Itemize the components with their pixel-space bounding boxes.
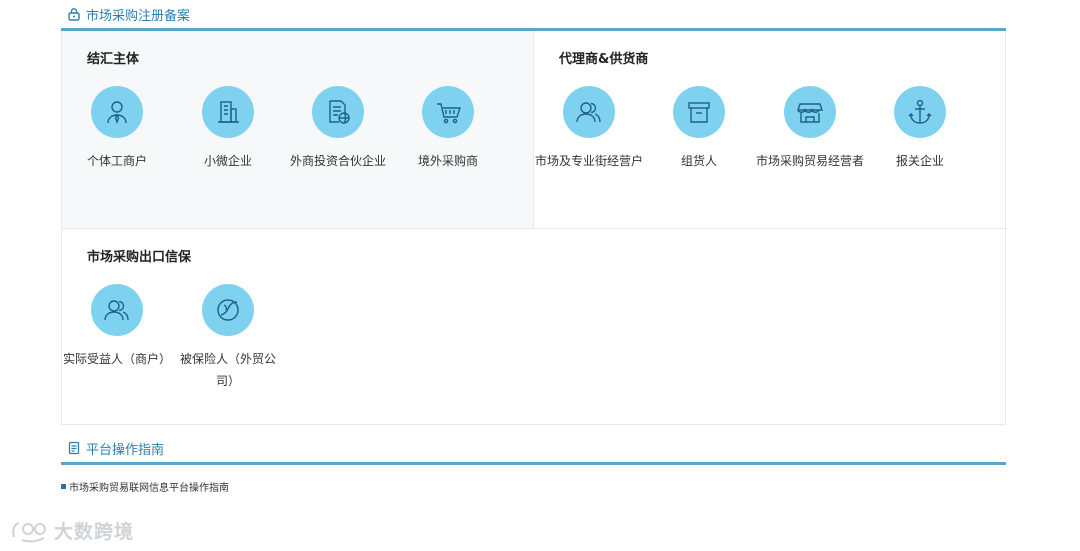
- person-tie-icon: [91, 86, 143, 138]
- item-label: 实际受益人（商户）: [62, 352, 171, 366]
- item-individual-business[interactable]: 个体工商户: [62, 86, 172, 172]
- watermark-logo-icon: [10, 519, 50, 543]
- item-customs-broker[interactable]: 报关企业: [865, 86, 975, 172]
- item-small-enterprise[interactable]: 小微企业: [173, 86, 283, 172]
- item-beneficiary[interactable]: 实际受益人（商户）: [62, 284, 172, 370]
- guide-section-title: 平台操作指南: [86, 442, 165, 458]
- building-icon: [202, 86, 254, 138]
- bullet-square-icon: [61, 484, 66, 489]
- item-overseas-buyer[interactable]: 境外采购商: [393, 86, 503, 172]
- register-panel: 结汇主体 个体工商户 小微企业 外商投资合伙企业 境外采购商 代理商&供货商 市…: [61, 31, 1006, 425]
- item-label: 市场采购贸易经营者: [755, 154, 864, 168]
- item-label: 市场及专业街经营户: [534, 154, 643, 168]
- users-icon: [563, 86, 615, 138]
- guide-link[interactable]: 市场采购贸易联网信息平台操作指南: [61, 479, 229, 494]
- group-title: 结汇主体: [87, 52, 140, 67]
- document-globe-icon: [312, 86, 364, 138]
- shopping-cart-icon: [422, 86, 474, 138]
- globe-leaf-icon: [202, 284, 254, 336]
- lock-icon: [67, 7, 81, 21]
- item-label: 个体工商户: [86, 154, 147, 168]
- guide-link-text: 市场采购贸易联网信息平台操作指南: [69, 483, 229, 494]
- item-foreign-partnership[interactable]: 外商投资合伙企业: [283, 86, 393, 172]
- group-agents-suppliers: 代理商&供货商 市场及专业街经营户 组货人 市场采购贸易经营者 报关企业: [534, 31, 1005, 228]
- register-section-header: 市场采购注册备案: [61, 0, 1006, 31]
- item-consolidator[interactable]: 组货人: [644, 86, 754, 172]
- group-export-insurance: 市场采购出口信保 实际受益人（商户） 被保险人（外贸公司）: [62, 229, 1005, 424]
- guide-section-header: 平台操作指南: [61, 434, 1006, 465]
- item-label: 组货人: [680, 154, 717, 168]
- storefront-icon: [784, 86, 836, 138]
- group-title: 代理商&供货商: [559, 52, 649, 67]
- document-icon: [67, 441, 81, 455]
- watermark-text: 大数跨境: [54, 521, 135, 543]
- item-label: 报关企业: [895, 154, 944, 168]
- item-insured[interactable]: 被保险人（外贸公司）: [173, 284, 283, 392]
- main-container: 市场采购注册备案 结汇主体 个体工商户 小微企业 外商投资合伙企业 境外采购商 …: [61, 0, 1006, 465]
- item-label: 外商投资合伙企业: [289, 154, 386, 168]
- item-label: 被保险人（外贸公司）: [179, 352, 276, 388]
- group-settlement: 结汇主体 个体工商户 小微企业 外商投资合伙企业 境外采购商: [62, 31, 534, 228]
- item-label: 小微企业: [203, 154, 252, 168]
- item-trade-operator[interactable]: 市场采购贸易经营者: [755, 86, 865, 172]
- watermark: 大数跨境: [10, 517, 134, 544]
- users-icon: [91, 284, 143, 336]
- archive-box-icon: [673, 86, 725, 138]
- item-label: 境外采购商: [417, 154, 478, 168]
- group-title: 市场采购出口信保: [87, 250, 192, 265]
- anchor-icon: [894, 86, 946, 138]
- register-section-title: 市场采购注册备案: [86, 8, 191, 24]
- item-market-operator[interactable]: 市场及专业街经营户: [534, 86, 644, 172]
